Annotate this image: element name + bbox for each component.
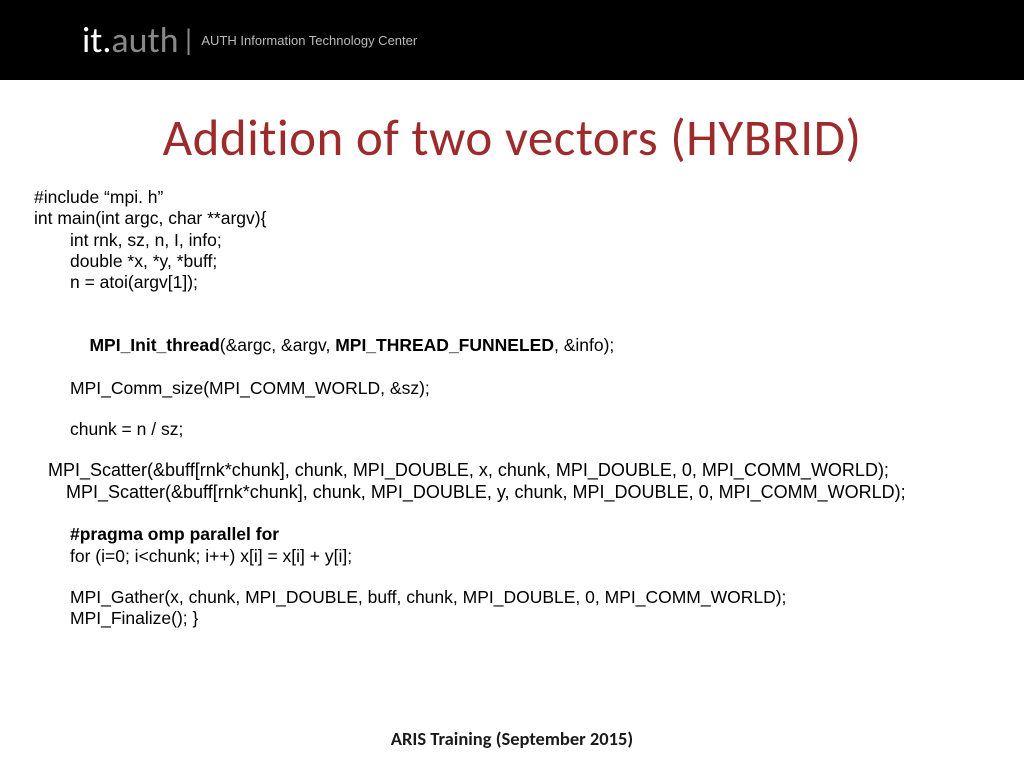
code-block: #include “mpi. h” int main(int argc, cha… xyxy=(0,187,1024,630)
logo-it: it. xyxy=(82,18,111,62)
code-line: #include “mpi. h” xyxy=(34,187,1024,208)
code-line: MPI_Comm_size(MPI_COMM_WORLD, &sz); xyxy=(34,378,1024,399)
code-line: n = atoi(argv[1]); xyxy=(34,272,1024,293)
code-fn: MPI_Init_thread xyxy=(89,335,219,355)
code-text: , &info); xyxy=(554,335,614,355)
code-line: MPI_Init_thread(&argc, &argv, MPI_THREAD… xyxy=(34,314,1024,378)
logo-auth: auth xyxy=(111,18,178,62)
logo-pipe: | xyxy=(182,22,196,59)
code-const: MPI_THREAD_FUNNELED xyxy=(335,335,554,355)
footer-text: ARIS Training (September 2015) xyxy=(0,727,1024,750)
org-name: AUTH Information Technology Center xyxy=(201,33,417,48)
header-bar: it. auth | AUTH Information Technology C… xyxy=(0,0,1024,80)
code-pragma: #pragma omp parallel for xyxy=(34,524,1024,545)
code-text: (&argc, &argv, xyxy=(220,335,335,355)
code-line: int main(int argc, char **argv){ xyxy=(34,208,1024,229)
code-line: int rnk, sz, n, I, info; xyxy=(34,230,1024,251)
page-title: Addition of two vectors (HYBRID) xyxy=(0,106,1024,169)
code-line: MPI_Scatter(&buff[rnk*chunk], chunk, MPI… xyxy=(34,460,1024,482)
code-line: chunk = n / sz; xyxy=(34,419,1024,440)
code-line: double *x, *y, *buff; xyxy=(34,251,1024,272)
code-line: MPI_Finalize(); } xyxy=(34,608,1024,629)
code-line: for (i=0; i<chunk; i++) x[i] = x[i] + y[… xyxy=(34,546,1024,567)
code-line: MPI_Scatter(&buff[rnk*chunk], chunk, MPI… xyxy=(34,482,1024,504)
code-line: MPI_Gather(x, chunk, MPI_DOUBLE, buff, c… xyxy=(34,587,1024,608)
